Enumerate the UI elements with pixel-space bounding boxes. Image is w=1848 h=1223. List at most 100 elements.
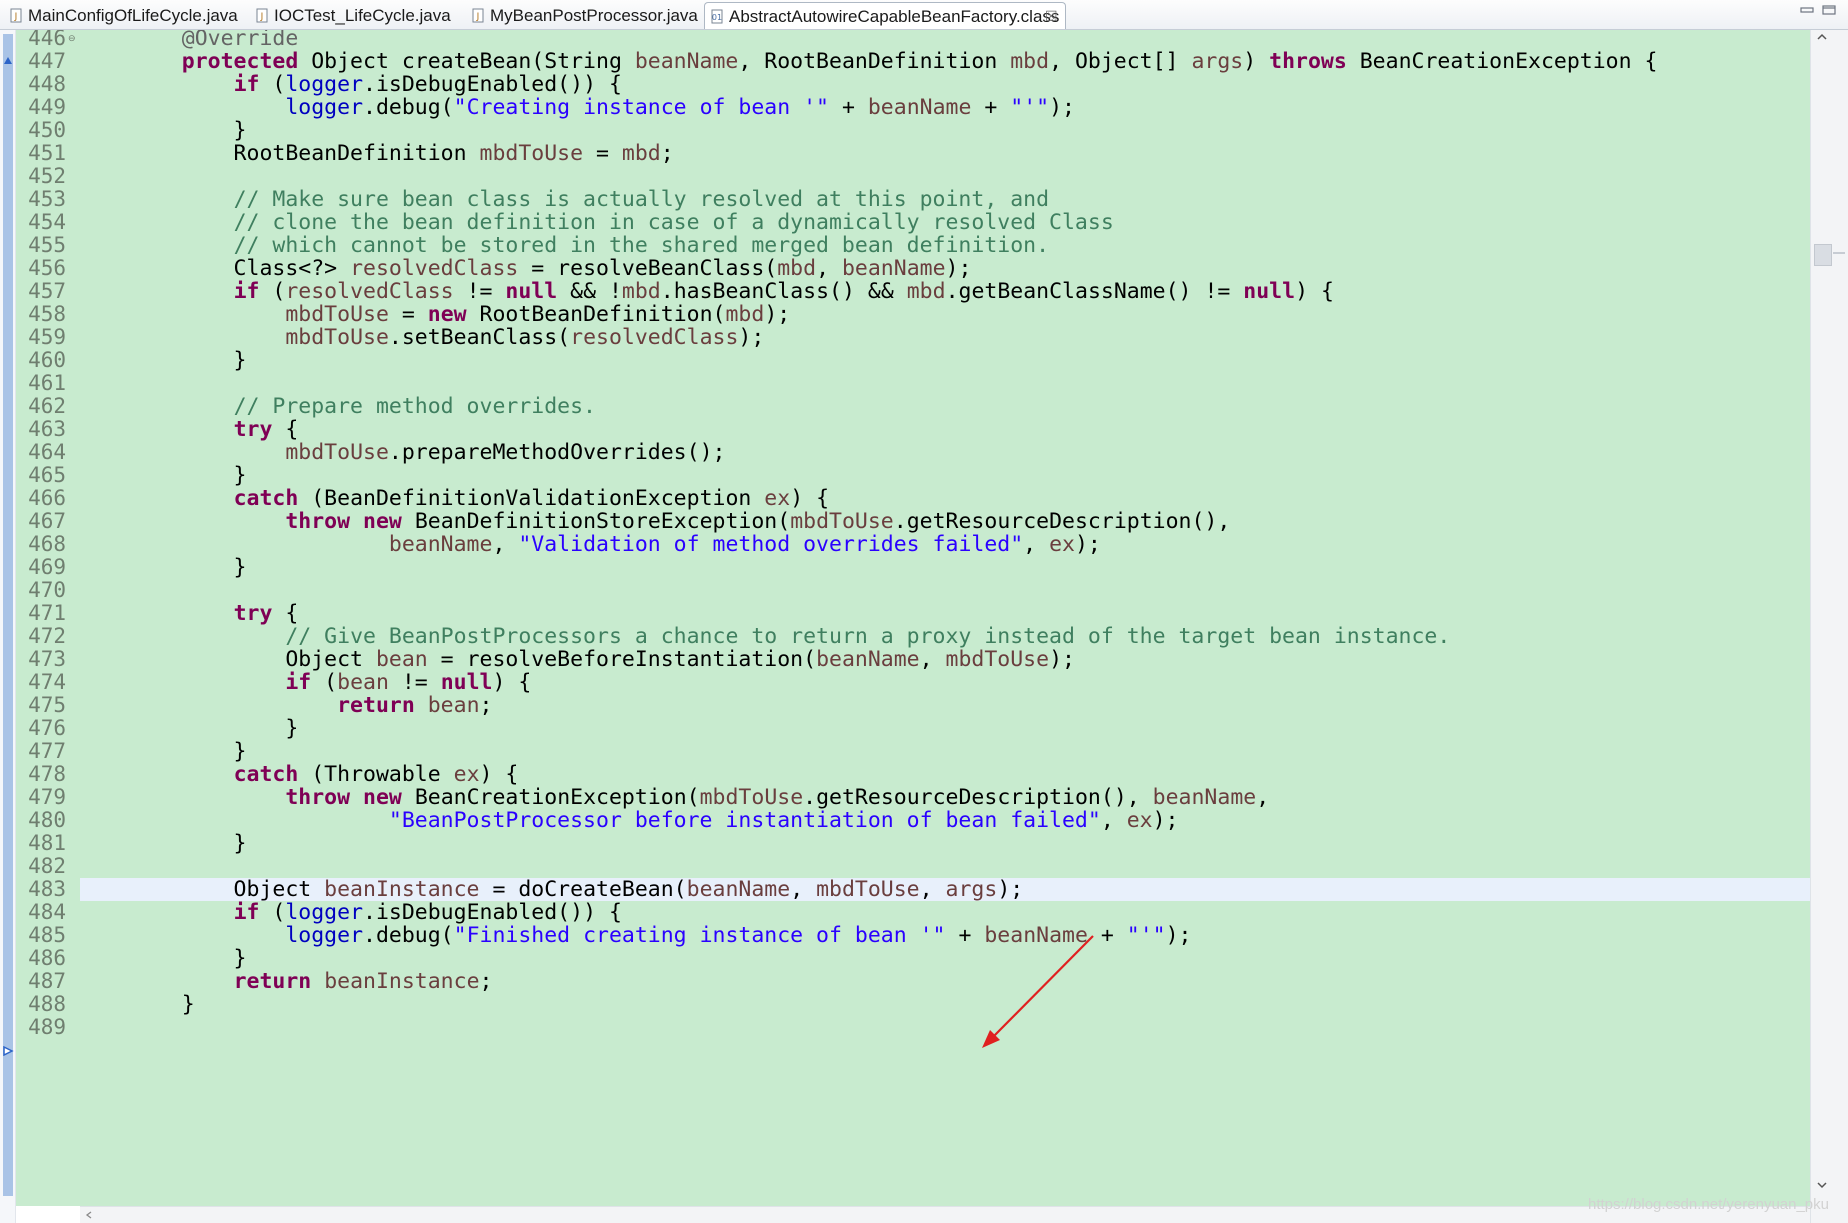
- code-line[interactable]: if (resolvedClass != null && !mbd.hasBea…: [80, 280, 1810, 303]
- code-line[interactable]: catch (BeanDefinitionValidationException…: [80, 487, 1810, 510]
- code-line[interactable]: if (logger.isDebugEnabled()) {: [80, 901, 1810, 924]
- code-line[interactable]: try {: [80, 418, 1810, 441]
- token: );: [1049, 647, 1075, 672]
- token-var: bean: [337, 670, 389, 695]
- tab-label: MyBeanPostProcessor.java: [490, 6, 698, 25]
- code-line[interactable]: }: [80, 832, 1810, 855]
- token-var: ex: [1049, 532, 1075, 557]
- tab-2[interactable]: J MyBeanPostProcessor.java: [466, 2, 698, 29]
- code-line[interactable]: return beanInstance;: [80, 970, 1810, 993]
- code-line[interactable]: logger.debug("Finished creating instance…: [80, 924, 1810, 947]
- code-line[interactable]: // Make sure bean class is actually reso…: [80, 188, 1810, 211]
- code-line[interactable]: "BeanPostProcessor before instantiation …: [80, 809, 1810, 832]
- code-line[interactable]: [80, 855, 1810, 878]
- code-line[interactable]: }: [80, 717, 1810, 740]
- token-var: mbdToUse: [699, 785, 804, 810]
- token-str: "Finished creating instance of bean '": [453, 923, 946, 948]
- code-line[interactable]: protected Object createBean(String beanN…: [80, 50, 1810, 73]
- code-line[interactable]: logger.debug("Creating instance of bean …: [80, 96, 1810, 119]
- token-var: mbdToUse: [790, 509, 894, 534]
- current-line-marker-icon: [3, 1046, 14, 1056]
- token: .prepareMethodOverrides();: [388, 440, 726, 465]
- token-var: args: [945, 877, 998, 902]
- token-var: ex: [453, 762, 480, 787]
- code-line[interactable]: @Override: [80, 30, 1810, 50]
- line-number: 472: [28, 624, 66, 648]
- tab-3[interactable]: 01 AbstractAutowireCapableBeanFactory.cla…: [704, 2, 1066, 29]
- token-kw: throws: [1269, 49, 1347, 74]
- code-line[interactable]: mbdToUse = new RootBeanDefinition(mbd);: [80, 303, 1810, 326]
- code-line[interactable]: }: [80, 993, 1810, 1016]
- tab-1[interactable]: J IOCTest_LifeCycle.java: [250, 2, 460, 29]
- code-line[interactable]: // Give BeanPostProcessors a chance to r…: [80, 625, 1810, 648]
- code-line[interactable]: if (logger.isDebugEnabled()) {: [80, 73, 1810, 96]
- token-kw: try: [233, 417, 273, 442]
- code-line[interactable]: Class<?> resolvedClass = resolveBeanClas…: [80, 257, 1810, 280]
- code-line[interactable]: return bean;: [80, 694, 1810, 717]
- code-line[interactable]: throw new BeanDefinitionStoreException(m…: [80, 510, 1810, 533]
- code-line[interactable]: [80, 372, 1810, 395]
- line-number: 485: [28, 923, 66, 947]
- code-line[interactable]: throw new BeanCreationException(mbdToUse…: [80, 786, 1810, 809]
- code-line[interactable]: }: [80, 556, 1810, 579]
- code-line[interactable]: beanName, "Validation of method override…: [80, 533, 1810, 556]
- token: }: [130, 463, 247, 488]
- code-line[interactable]: [80, 165, 1810, 188]
- code-line[interactable]: mbdToUse.setBeanClass(resolvedClass);: [80, 326, 1810, 349]
- code-line[interactable]: }: [80, 119, 1810, 142]
- code-line[interactable]: [80, 1016, 1810, 1039]
- code-line[interactable]: }: [80, 947, 1810, 970]
- tab-0[interactable]: J MainConfigOfLifeCycle.java: [4, 2, 244, 29]
- java-file-icon: J: [10, 8, 22, 23]
- minimize-icon[interactable]: [1800, 5, 1814, 15]
- maximize-icon[interactable]: [1822, 5, 1836, 15]
- code-line[interactable]: // which cannot be stored in the shared …: [80, 234, 1810, 257]
- scroll-down-icon[interactable]: [1816, 1180, 1828, 1190]
- token-kw: if: [233, 900, 260, 925]
- line-number: 455: [28, 233, 66, 257]
- token: ,: [1100, 808, 1127, 833]
- code-line[interactable]: try {: [80, 602, 1810, 625]
- vertical-scrollbar[interactable]: [1810, 30, 1848, 1223]
- scroll-left-icon[interactable]: [84, 1210, 94, 1220]
- code-text: mbdToUse.prepareMethodOverrides();: [130, 441, 725, 464]
- code-line[interactable]: if (bean != null) {: [80, 671, 1810, 694]
- code-line[interactable]: mbdToUse.prepareMethodOverrides();: [80, 441, 1810, 464]
- code-line[interactable]: catch (Throwable ex) {: [80, 763, 1810, 786]
- code-line[interactable]: [80, 579, 1810, 602]
- code-line[interactable]: Object bean = resolveBeforeInstantiation…: [80, 648, 1810, 671]
- token: ) {: [1295, 279, 1334, 304]
- token: =: [583, 141, 622, 166]
- token-var: beanName: [686, 877, 791, 902]
- code-line[interactable]: Object beanInstance = doCreateBean(beanN…: [80, 878, 1810, 901]
- code-text: }: [130, 740, 247, 763]
- code-editor[interactable]: @Override protected Object createBean(St…: [0, 30, 1848, 1223]
- line-number: 488: [28, 992, 66, 1016]
- token: }: [130, 992, 195, 1017]
- code-text-area[interactable]: @Override protected Object createBean(St…: [80, 30, 1810, 1206]
- scroll-up-icon[interactable]: [1816, 32, 1828, 42]
- fold-toggle-icon[interactable]: ⊖: [68, 33, 76, 44]
- code-line[interactable]: }: [80, 740, 1810, 763]
- line-number: 459: [28, 325, 66, 349]
- token-var: ex: [1126, 808, 1153, 833]
- code-text: logger.debug("Finished creating instance…: [130, 923, 1191, 948]
- line-number: 451: [28, 141, 66, 165]
- horizontal-scrollbar[interactable]: [80, 1206, 1810, 1223]
- code-line[interactable]: // Prepare method overrides.: [80, 395, 1810, 418]
- code-line[interactable]: }: [80, 349, 1810, 372]
- code-line[interactable]: RootBeanDefinition mbdToUse = mbd;: [80, 142, 1810, 165]
- close-icon[interactable]: ☒: [1045, 3, 1058, 30]
- code-line[interactable]: // clone the bean definition in case of …: [80, 211, 1810, 234]
- token-str: "'": [1010, 95, 1050, 120]
- code-line[interactable]: }: [80, 464, 1810, 487]
- token: && !: [557, 279, 622, 304]
- line-number: 486: [28, 946, 66, 970]
- token-var: mbd: [725, 302, 765, 327]
- token: ,: [919, 647, 946, 672]
- scrollbar-thumb[interactable]: [1814, 244, 1832, 266]
